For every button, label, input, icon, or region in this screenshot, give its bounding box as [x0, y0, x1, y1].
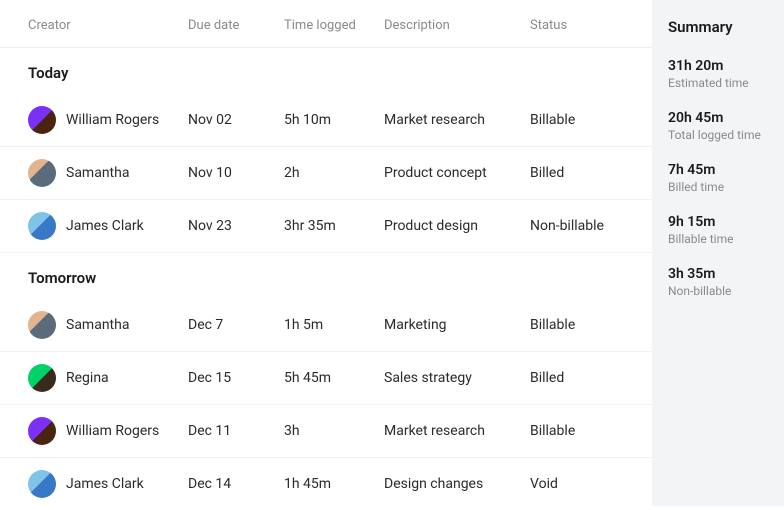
status-cell: Void — [530, 476, 630, 492]
table-row[interactable]: Samantha Dec 71h 5mMarketingBillable — [0, 299, 652, 352]
due-cell: Nov 10 — [188, 165, 284, 181]
table-row[interactable]: Regina Dec 155h 45mSales strategyBilled — [0, 352, 652, 405]
desc-cell: Market research — [384, 423, 530, 439]
due-cell: Dec 15 — [188, 370, 284, 386]
avatar[interactable] — [28, 417, 56, 445]
creator-name: Samantha — [66, 317, 129, 333]
time-cell: 5h 45m — [284, 370, 384, 386]
table-header: Creator Due date Time logged Description… — [0, 0, 652, 48]
col-header-desc[interactable]: Description — [384, 18, 530, 33]
creator-name: William Rogers — [66, 112, 159, 128]
avatar[interactable] — [28, 470, 56, 498]
desc-cell: Market research — [384, 112, 530, 128]
desc-cell: Sales strategy — [384, 370, 530, 386]
summary-item: 31h 20m Estimated time — [668, 58, 768, 90]
time-cell: 5h 10m — [284, 112, 384, 128]
desc-cell: Marketing — [384, 317, 530, 333]
time-table: Creator Due date Time logged Description… — [0, 0, 652, 506]
time-cell: 1h 5m — [284, 317, 384, 333]
creator-cell: James Clark — [28, 470, 188, 498]
creator-cell: Regina — [28, 364, 188, 392]
due-cell: Nov 23 — [188, 218, 284, 234]
time-cell: 3h — [284, 423, 384, 439]
table-row[interactable]: William Rogers Dec 113hMarket researchBil… — [0, 405, 652, 458]
summary-item: 9h 15m Billable time — [668, 214, 768, 246]
table-row[interactable]: William Rogers Nov 025h 10mMarket researc… — [0, 94, 652, 147]
group-header: Tomorrow — [0, 253, 652, 299]
summary-value: 3h 35m — [668, 266, 768, 282]
status-cell: Billed — [530, 370, 630, 386]
status-cell: Non-billable — [530, 218, 630, 234]
status-cell: Billable — [530, 317, 630, 333]
due-cell: Dec 11 — [188, 423, 284, 439]
summary-label: Billed time — [668, 180, 768, 194]
creator-cell: Samantha — [28, 159, 188, 187]
time-cell: 3hr 35m — [284, 218, 384, 234]
creator-name: Samantha — [66, 165, 129, 181]
summary-label: Estimated time — [668, 76, 768, 90]
desc-cell: Design changes — [384, 476, 530, 492]
summary-label: Non-billable — [668, 284, 768, 298]
creator-cell: William Rogers — [28, 106, 188, 134]
time-cell: 2h — [284, 165, 384, 181]
summary-value: 31h 20m — [668, 58, 768, 74]
table-row[interactable]: James Clark Nov 233hr 35mProduct designNo… — [0, 200, 652, 253]
summary-value: 20h 45m — [668, 110, 768, 126]
summary-panel: Summary 31h 20m Estimated time 20h 45m Tota… — [652, 0, 784, 506]
status-cell: Billed — [530, 165, 630, 181]
creator-name: William Rogers — [66, 423, 159, 439]
creator-name: James Clark — [66, 218, 144, 234]
summary-value: 9h 15m — [668, 214, 768, 230]
creator-name: James Clark — [66, 476, 144, 492]
due-cell: Nov 02 — [188, 112, 284, 128]
avatar[interactable] — [28, 311, 56, 339]
due-cell: Dec 7 — [188, 317, 284, 333]
col-header-due[interactable]: Due date — [188, 18, 284, 33]
col-header-time[interactable]: Time logged — [284, 18, 384, 33]
table-row[interactable]: James Clark Dec 141h 45mDesign changesVoi… — [0, 458, 652, 510]
summary-label: Total logged time — [668, 128, 768, 142]
creator-cell: William Rogers — [28, 417, 188, 445]
time-cell: 1h 45m — [284, 476, 384, 492]
col-header-creator[interactable]: Creator — [28, 18, 188, 33]
summary-value: 7h 45m — [668, 162, 768, 178]
desc-cell: Product concept — [384, 165, 530, 181]
summary-item: 3h 35m Non-billable — [668, 266, 768, 298]
summary-title: Summary — [668, 18, 768, 36]
avatar[interactable] — [28, 106, 56, 134]
creator-cell: Samantha — [28, 311, 188, 339]
avatar[interactable] — [28, 159, 56, 187]
desc-cell: Product design — [384, 218, 530, 234]
avatar[interactable] — [28, 364, 56, 392]
status-cell: Billable — [530, 112, 630, 128]
col-header-status[interactable]: Status — [530, 18, 630, 33]
group-header: Today — [0, 48, 652, 94]
creator-name: Regina — [66, 370, 109, 386]
summary-item: 7h 45m Billed time — [668, 162, 768, 194]
avatar[interactable] — [28, 212, 56, 240]
creator-cell: James Clark — [28, 212, 188, 240]
due-cell: Dec 14 — [188, 476, 284, 492]
table-row[interactable]: Samantha Nov 102hProduct conceptBilled — [0, 147, 652, 200]
summary-label: Billable time — [668, 232, 768, 246]
summary-item: 20h 45m Total logged time — [668, 110, 768, 142]
status-cell: Billable — [530, 423, 630, 439]
